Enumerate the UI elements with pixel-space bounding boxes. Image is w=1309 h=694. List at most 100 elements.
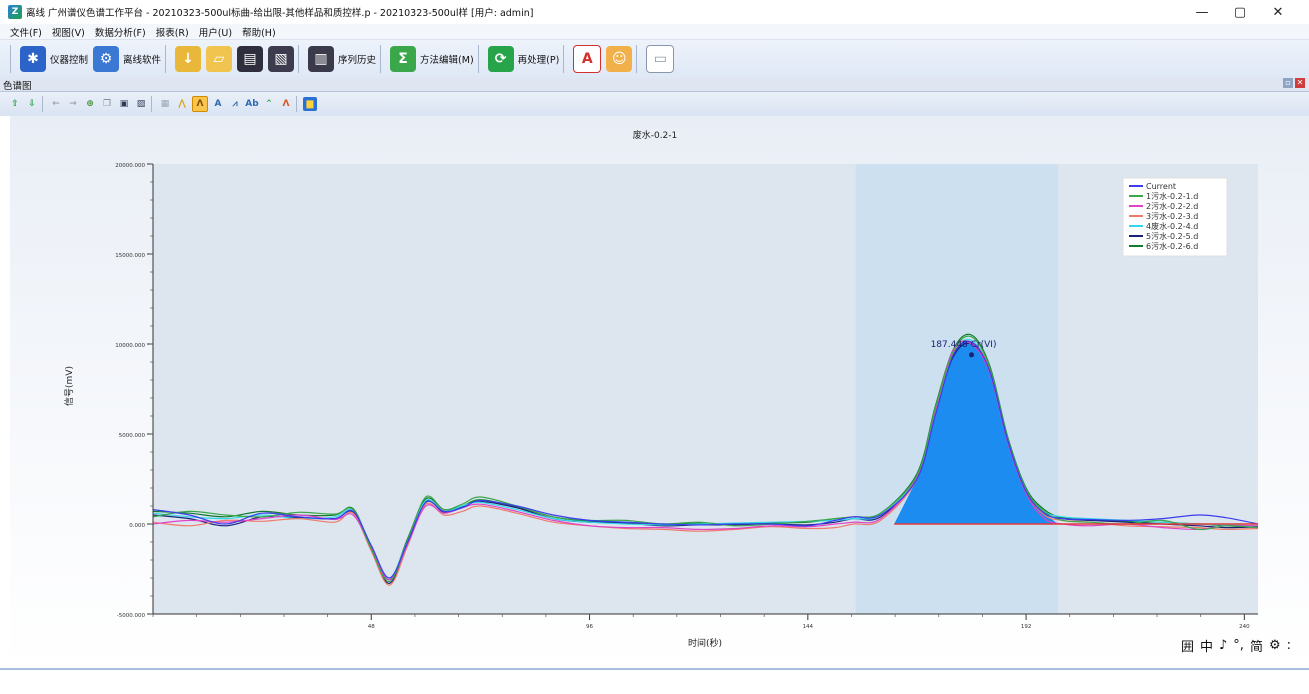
save-chart-icon[interactable]: ▣ — [117, 97, 131, 111]
legend-label: 6污水-0.2-6.d — [1146, 241, 1198, 251]
title-bar: Z 离线 广州谱仪色谱工作平台 - 20210323-500ul标曲-给出限-其… — [0, 0, 1309, 24]
panel-title: 色谱图 — [3, 80, 32, 92]
chart-title: 废水-0.2-1 — [633, 129, 678, 141]
toolbar-separator — [151, 96, 152, 112]
y-tick-label: 20000.000 — [115, 163, 145, 169]
peak-apex-marker — [969, 352, 975, 358]
instrument-icon: ✱ — [20, 46, 46, 72]
minimize-button[interactable]: — — [1183, 5, 1221, 20]
save-as-button[interactable]: ▧ — [268, 43, 295, 75]
back-icon[interactable]: ← — [49, 97, 63, 111]
x-tick-label: 240 — [1239, 624, 1250, 630]
punctuation-icon[interactable]: °, — [1233, 638, 1244, 653]
app-logo-icon: Z — [8, 5, 22, 19]
chromatogram-panel-header: 色谱图 ▫ ✕ — [0, 78, 1309, 92]
forward-icon[interactable]: → — [66, 97, 80, 111]
menu-data-analysis[interactable]: 数据分析(F) — [95, 25, 146, 39]
toolbar-separator — [42, 96, 43, 112]
chromatogram-plot-area[interactable]: 187.448 Cr(VI) -5000.000 0.000 5000.000 100… — [10, 116, 1309, 668]
open-folder-icon: ▱ — [206, 46, 233, 72]
menu-user[interactable]: 用户(U) — [199, 25, 232, 39]
x-axis-label: 时间(秒) — [688, 637, 722, 649]
add-peak-icon[interactable]: ⌃ — [262, 97, 276, 111]
legend: Current1污水-0.2-1.d2污水-0.2-2.d3污水-0.2-3.d… — [1122, 177, 1228, 257]
grid-icon[interactable]: ▦ — [158, 97, 172, 111]
restore-panel-icon[interactable]: ▫ — [1283, 78, 1293, 88]
baseline-icon[interactable]: ⩘ — [228, 97, 242, 111]
save-as-icon: ▧ — [268, 46, 295, 72]
legend-label: 5污水-0.2-5.d — [1146, 231, 1198, 241]
open-button[interactable]: ▱ — [206, 43, 233, 75]
users-icon: ☺ — [606, 46, 633, 72]
y-axis-label: 信号(mV) — [63, 366, 75, 406]
close-button[interactable]: ✕ — [1259, 5, 1297, 20]
window-button[interactable]: ▭ — [646, 43, 675, 75]
peak-label: 187.448 Cr(VI) — [931, 340, 997, 350]
pdf-icon: A — [573, 45, 602, 73]
legend-label: Current — [1146, 182, 1176, 191]
move-up-icon[interactable]: ⇧ — [8, 97, 22, 111]
x-tick-label: 144 — [803, 624, 814, 630]
menu-report[interactable]: 报表(R) — [156, 25, 189, 39]
y-tick-label: 0.000 — [129, 523, 145, 529]
moon-icon[interactable]: ♪ — [1219, 638, 1227, 653]
menu-file[interactable]: 文件(F) — [10, 25, 42, 39]
reprocess-icon: ⟳ — [487, 46, 514, 72]
move-down-icon[interactable]: ⇩ — [25, 97, 39, 111]
panel-controls: ▫ ✕ — [1281, 78, 1305, 88]
import-button[interactable]: ↓ — [175, 43, 202, 75]
toolbar-separator — [165, 45, 167, 73]
legend-label: 1污水-0.2-1.d — [1146, 191, 1198, 201]
legend-label: 4废水-0.2-4.d — [1146, 221, 1198, 231]
import-icon: ↓ — [175, 46, 202, 72]
save-button[interactable]: ▤ — [237, 43, 264, 75]
instrument-control-label: 仪器控制 — [50, 55, 89, 66]
close-panel-icon[interactable]: ✕ — [1295, 78, 1305, 88]
sequence-history-button[interactable]: ▥ 序列历史 — [308, 43, 376, 75]
offline-software-label: 离线软件 — [123, 55, 162, 66]
reprocess-button[interactable]: ⟳ 再处理(P) — [487, 43, 560, 75]
users-button[interactable]: ☺ — [606, 43, 633, 75]
save-icon: ▤ — [237, 46, 264, 72]
maximize-button[interactable]: ▢ — [1221, 5, 1259, 20]
method-edit-label: 方法编辑(M) — [420, 55, 474, 66]
simplified-icon[interactable]: 简 — [1250, 636, 1263, 655]
status-bar — [0, 668, 1309, 694]
layout-icon[interactable]: 囲 — [1181, 636, 1194, 655]
toolbar-separator — [563, 45, 565, 73]
peak-label-icon[interactable]: A — [211, 97, 225, 111]
toolbar-separator — [296, 96, 297, 112]
chart-toolbar: ⇧ ⇩ ← → ⊕ ❐ ▣ ▨ ▦ ⋀ Λ A ⩘ Ab ⌃ Λ ▆ — [0, 92, 1309, 116]
y-tick-label: -5000.000 — [117, 613, 146, 619]
instrument-control-button[interactable]: ✱ 仪器控制 — [20, 43, 88, 75]
x-tick-label: 48 — [368, 624, 375, 630]
x-tick-label: 96 — [586, 624, 593, 630]
overlay-view-icon[interactable]: ▆ — [303, 97, 317, 111]
y-tick-label: 10000.000 — [115, 343, 145, 349]
peak-edit-icon[interactable]: ⋀ — [175, 97, 189, 111]
zoom-icon[interactable]: ⊕ — [83, 97, 97, 111]
more-icon[interactable]: : — [1287, 638, 1291, 653]
integrate-icon[interactable]: Λ — [279, 97, 293, 111]
sequence-history-label: 序列历史 — [338, 55, 377, 66]
method-edit-button[interactable]: Σ 方法编辑(M) — [390, 43, 474, 75]
menu-help[interactable]: 帮助(H) — [242, 25, 276, 39]
copy-icon[interactable]: ❐ — [100, 97, 114, 111]
settings-icon[interactable]: ⚙ — [1269, 638, 1281, 653]
export-image-icon[interactable]: ▨ — [134, 97, 148, 111]
toolbar-separator — [10, 45, 11, 73]
chinese-mode-icon[interactable]: 中 — [1200, 636, 1213, 655]
offline-software-button[interactable]: ⚙ 离线软件 — [93, 43, 161, 75]
chromatogram-chart[interactable]: 187.448 Cr(VI) -5000.000 0.000 5000.000 100… — [10, 116, 1309, 668]
method-edit-icon: Σ — [390, 46, 417, 72]
x-tick-label: 192 — [1021, 624, 1032, 630]
menu-view[interactable]: 视图(V) — [52, 25, 85, 39]
annotation-icon[interactable]: Ab — [245, 97, 259, 111]
pdf-report-button[interactable]: A — [573, 43, 602, 75]
toolbar-separator — [477, 45, 479, 73]
y-tick-label: 5000.000 — [119, 433, 146, 439]
peak-active-icon[interactable]: Λ — [192, 96, 208, 112]
main-toolbar: ✱ 仪器控制 ⚙ 离线软件 ↓ ▱ ▤ ▧ ▥ 序列历史 Σ 方法编辑(M) ⟳… — [0, 40, 1309, 79]
toolbar-separator — [636, 45, 638, 73]
reprocess-label: 再处理(P) — [517, 55, 560, 66]
